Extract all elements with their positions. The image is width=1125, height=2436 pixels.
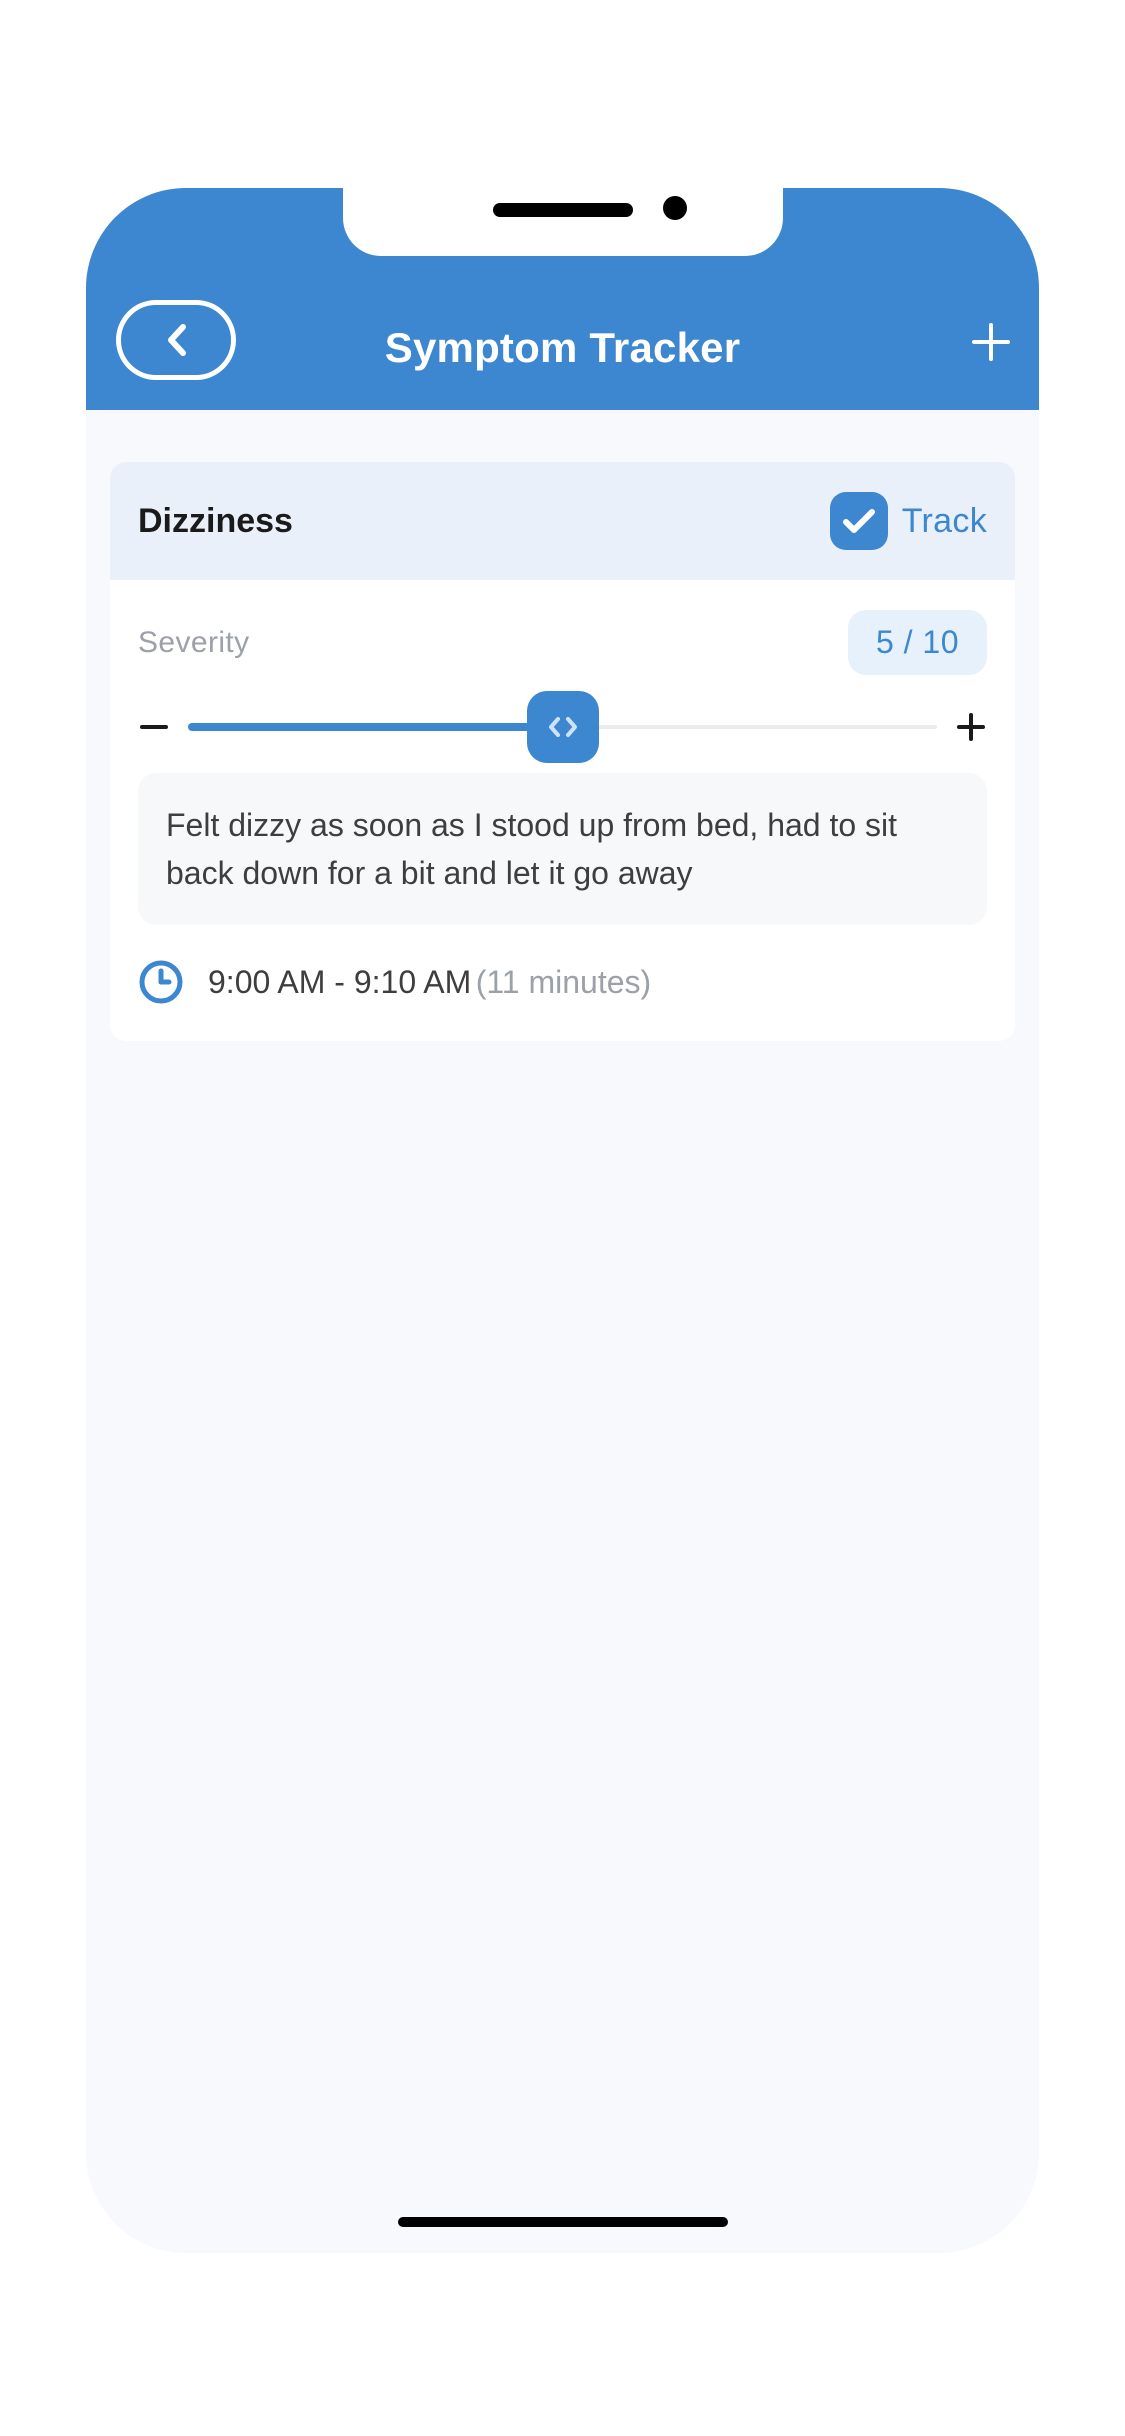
severity-slider[interactable] (188, 722, 937, 732)
symptom-card: Dizziness Track Severity 5 / 10 (110, 462, 1015, 1041)
minus-icon (140, 713, 168, 741)
page-title: Symptom Tracker (385, 324, 741, 372)
back-button[interactable] (116, 300, 236, 380)
plus-icon (971, 322, 1011, 362)
time-duration: (11 minutes) (476, 964, 651, 1000)
track-label: Track (902, 502, 987, 541)
checkmark-icon (842, 507, 876, 535)
phone-frame: Symptom Tracker Dizziness Track (86, 188, 1039, 2253)
notes-text: Felt dizzy as soon as I stood up from be… (166, 801, 959, 897)
track-toggle-group: Track (830, 492, 987, 550)
clock-icon (138, 959, 184, 1005)
slider-thumb[interactable] (527, 691, 599, 763)
app-header: Symptom Tracker (86, 188, 1039, 410)
track-checkbox[interactable] (830, 492, 888, 550)
slider-thumb-icon (546, 715, 580, 739)
time-range: 9:00 AM - 9:10 AM (208, 964, 471, 1000)
symptom-name: Dizziness (138, 502, 293, 541)
plus-icon (957, 713, 985, 741)
decrease-button[interactable] (138, 711, 170, 743)
main-content: Dizziness Track Severity 5 / 10 (86, 410, 1039, 2253)
slider-fill (188, 723, 563, 731)
severity-label: Severity (138, 626, 250, 660)
symptom-card-body: Severity 5 / 10 (110, 580, 1015, 1041)
home-indicator (398, 2217, 728, 2227)
severity-slider-row (138, 711, 987, 743)
notes-box[interactable]: Felt dizzy as soon as I stood up from be… (138, 773, 987, 925)
add-button[interactable] (971, 322, 1011, 362)
symptom-card-header: Dizziness Track (110, 462, 1015, 580)
time-row: 9:00 AM - 9:10 AM (11 minutes) (138, 959, 987, 1005)
increase-button[interactable] (955, 711, 987, 743)
severity-badge: 5 / 10 (848, 610, 987, 675)
severity-row: Severity 5 / 10 (138, 610, 987, 675)
chevron-left-icon (165, 323, 187, 357)
